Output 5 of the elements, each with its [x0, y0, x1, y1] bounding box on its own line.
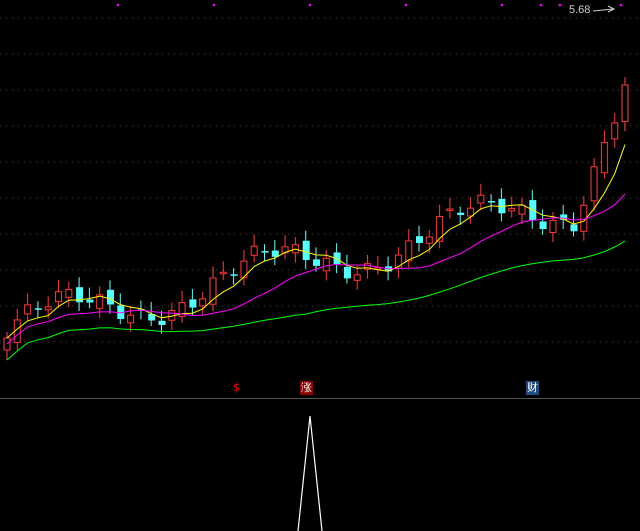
signal-marker: 财 [526, 381, 539, 395]
signal-marker: 涨 [300, 381, 313, 395]
high-price-label: 5.68 [569, 4, 590, 16]
arrow-icon [593, 5, 617, 13]
signal-marker: $ [232, 381, 241, 395]
